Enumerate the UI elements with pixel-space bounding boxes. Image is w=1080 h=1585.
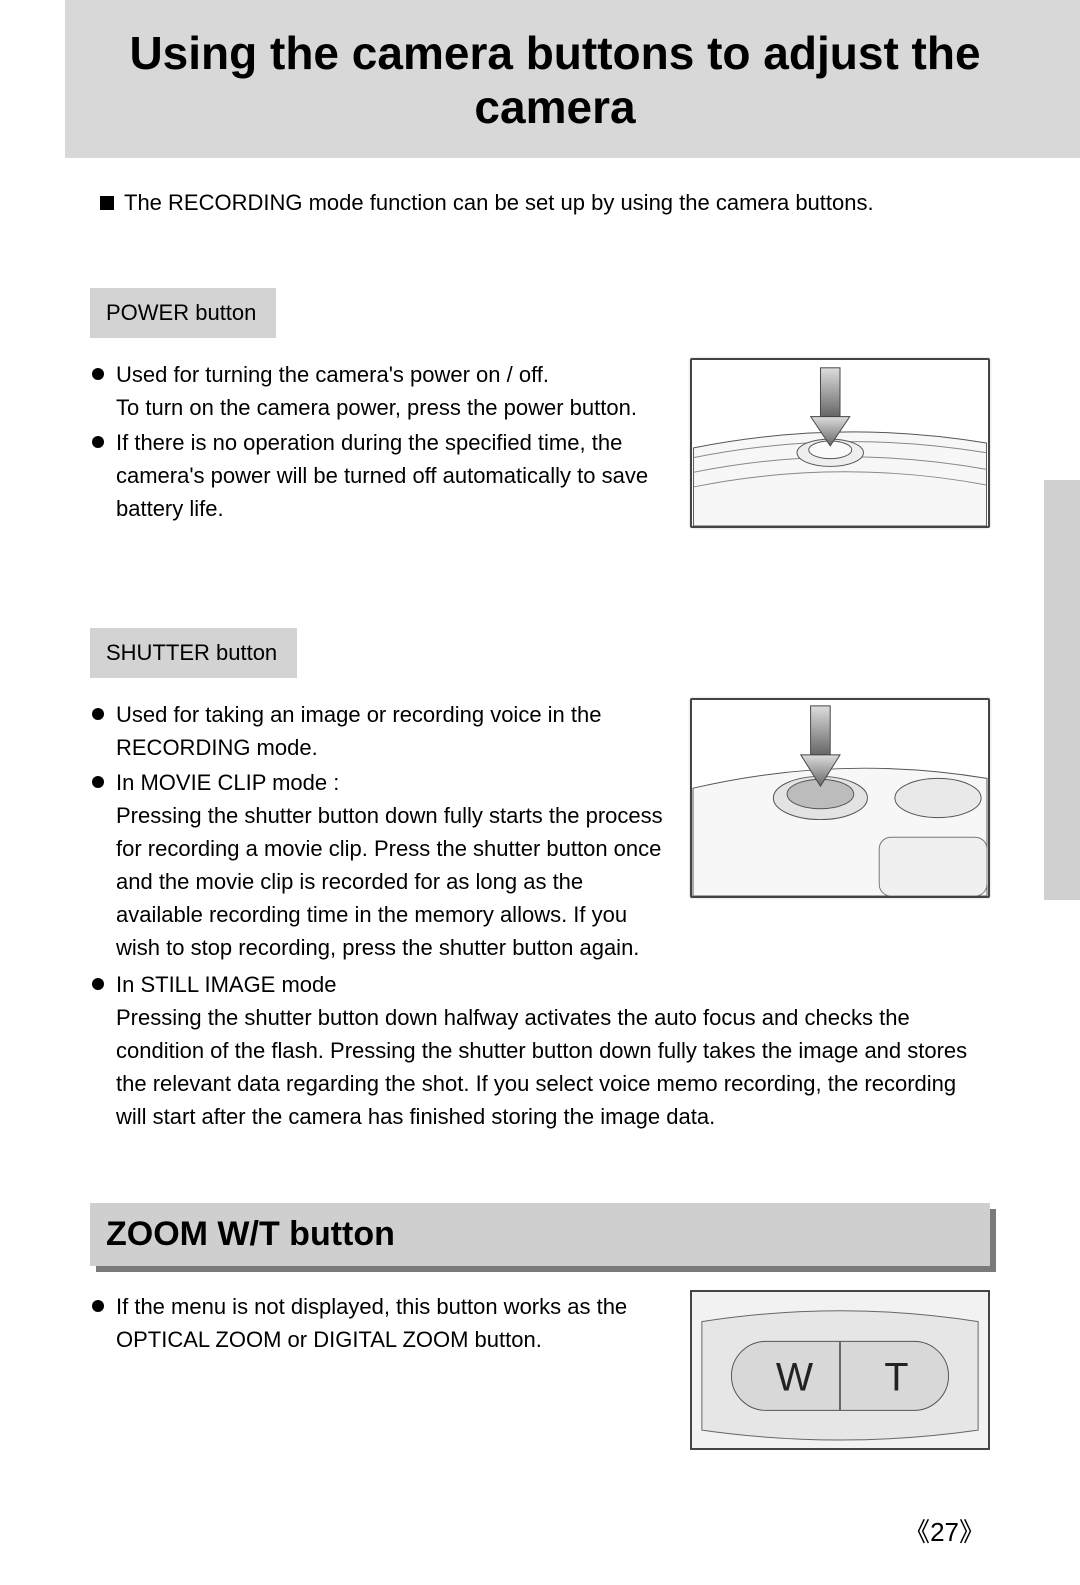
zoom-list: If the menu is not displayed, this butto… [92,1290,666,1356]
square-bullet-icon [100,196,114,210]
shutter-button-illustration [690,698,990,898]
power-list: Used for turning the camera's power on /… [92,358,666,525]
text: In MOVIE CLIP mode : [116,770,339,795]
list-item: Used for turning the camera's power on /… [92,358,666,424]
zoom-button-illustration: W T [690,1290,990,1450]
text: Used for turning the camera's power on /… [116,362,549,387]
list-item: If the menu is not displayed, this butto… [92,1290,666,1356]
manual-page: Using the camera buttons to adjust the c… [0,0,1080,1585]
list-item: Used for taking an image or recording vo… [92,698,666,764]
zoom-body: If the menu is not displayed, this butto… [90,1290,990,1450]
shutter-list: Used for taking an image or recording vo… [92,698,666,964]
power-label: POWER button [90,288,276,338]
list-item: In STILL IMAGE mode Pressing the shutter… [92,968,990,1133]
power-button-illustration [690,358,990,528]
text: If the menu is not displayed, this butto… [116,1294,627,1352]
bracket-right-icon: 》 [959,1517,985,1547]
intro-text: The RECORDING mode function can be set u… [124,190,874,216]
text: Pressing the shutter button down fully s… [116,803,663,960]
text: Used for taking an image or recording vo… [116,702,601,760]
text: To turn on the camera power, press the p… [116,395,637,420]
shutter-list-wide: In STILL IMAGE mode Pressing the shutter… [92,968,990,1133]
page-title: Using the camera buttons to adjust the c… [90,26,1080,134]
zoom-t-label: T [884,1356,908,1400]
shutter-section: SHUTTER button Used for taking an image … [90,628,990,1133]
bracket-left-icon: 《 [904,1517,930,1547]
text: If there is no operation during the spec… [116,430,648,521]
intro-row: The RECORDING mode function can be set u… [100,190,990,216]
title-band: Using the camera buttons to adjust the c… [65,0,1080,158]
shutter-label: SHUTTER button [90,628,297,678]
zoom-w-label: W [776,1356,814,1400]
page-number: 《27》 [904,1512,985,1549]
list-item: In MOVIE CLIP mode : Pressing the shutte… [92,766,666,964]
text: In STILL IMAGE mode [116,972,337,997]
list-item: If there is no operation during the spec… [92,426,666,525]
page-number-value: 27 [930,1517,959,1547]
text: Pressing the shutter button down halfway… [116,1005,967,1129]
zoom-heading: ZOOM W/T button [106,1215,974,1254]
side-tab [1044,480,1080,900]
power-section: POWER button Used for turning the camera… [90,288,990,528]
zoom-header: ZOOM W/T button [90,1203,990,1266]
